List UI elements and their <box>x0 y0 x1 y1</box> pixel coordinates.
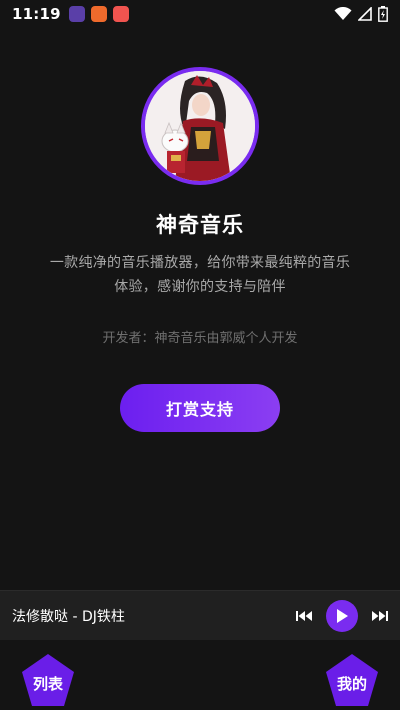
skip-next-icon <box>372 610 388 621</box>
player-controls <box>296 599 388 632</box>
status-bar: 11:19 <box>0 0 400 28</box>
play-icon <box>337 608 348 623</box>
nav-list-button[interactable]: 列表 <box>20 652 76 708</box>
app-title: 神奇音乐 <box>156 213 244 237</box>
status-time: 11:19 <box>12 5 61 23</box>
nav-mine-button[interactable]: 我的 <box>324 652 380 708</box>
avatar-illustration <box>145 71 255 181</box>
mini-player-bar[interactable]: 法修散哒 - DJ铁柱 <box>0 590 400 640</box>
red-app-notification-icon <box>112 6 129 22</box>
nav-mine-label: 我的 <box>336 674 367 693</box>
wifi-icon <box>334 7 352 20</box>
app-screen: 11:19 神奇音乐 一款纯净的音乐播放器，给你带来最纯粹的音乐体验，感谢你的支… <box>0 0 400 710</box>
signal-icon <box>358 7 372 21</box>
battery-icon <box>378 6 388 22</box>
orange-app-notification-icon <box>90 6 107 22</box>
play-button[interactable] <box>326 599 358 632</box>
now-playing-title: 法修散哒 - DJ铁柱 <box>12 608 125 625</box>
avatar <box>141 67 259 185</box>
purple-app-notification-icon <box>68 6 85 22</box>
skip-previous-icon <box>296 610 312 621</box>
tip-support-button[interactable]: 打赏支持 <box>120 384 280 432</box>
previous-track-button[interactable] <box>296 610 312 622</box>
next-track-button[interactable] <box>372 610 388 622</box>
system-icons <box>334 6 388 22</box>
bottom-navigation: 列表 我的 <box>0 640 400 710</box>
nav-list-label: 列表 <box>32 674 63 693</box>
app-description: 一款纯净的音乐播放器，给你带来最纯粹的音乐体验，感谢你的支持与陪伴 <box>49 255 351 295</box>
developer-credit: 开发者：神奇音乐由郭威个人开发 <box>102 331 298 346</box>
